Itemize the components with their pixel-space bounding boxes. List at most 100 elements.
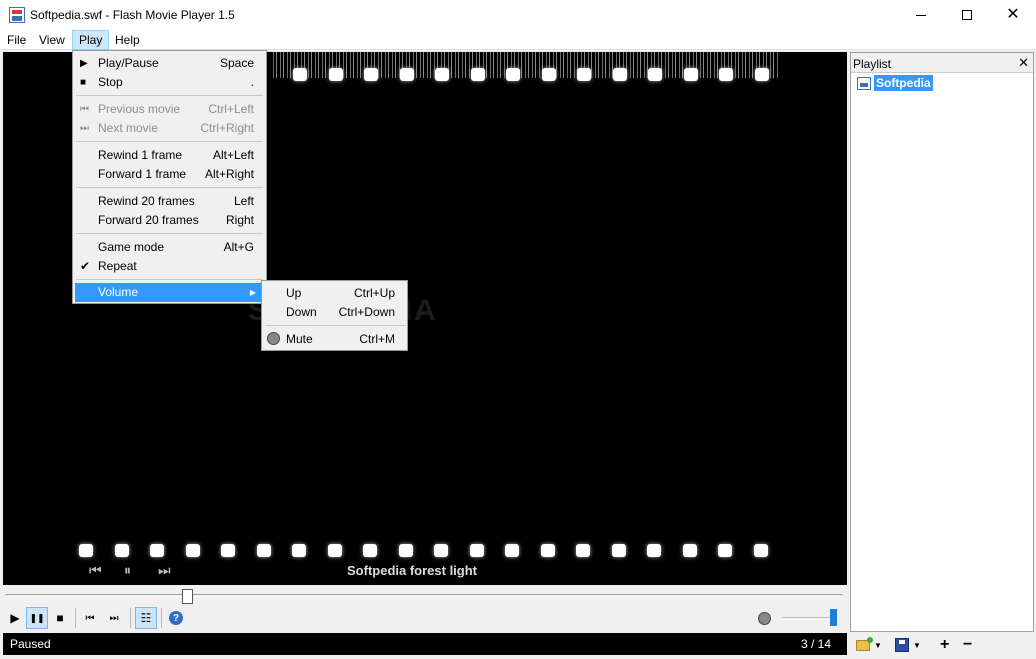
toolbar-separator — [130, 608, 131, 628]
save-icon — [895, 638, 909, 652]
seek-track[interactable] — [5, 594, 843, 597]
menu-item-label: Up — [286, 286, 302, 300]
menu-item-shortcut: Ctrl+M — [359, 332, 395, 346]
speaker-icon — [757, 611, 771, 625]
submenu-arrow-icon: ▶ — [249, 288, 256, 297]
menu-item-forward-20-frames[interactable]: Forward 20 frames Right — [75, 211, 264, 230]
menu-item-forward-1-frame[interactable]: Forward 1 frame Alt+Right — [75, 165, 264, 184]
movie-previous-icon[interactable]: ⏮ — [89, 562, 102, 579]
menu-item-rewind-1-frame[interactable]: Rewind 1 frame Alt+Left — [75, 146, 264, 165]
remove-item-button[interactable]: − — [963, 635, 972, 655]
menu-item-label: Rewind 1 frame — [98, 148, 183, 162]
menu-file[interactable]: File — [0, 30, 33, 50]
film-hole — [256, 544, 271, 557]
menu-item-repeat[interactable]: ✔ Repeat — [75, 257, 264, 276]
pause-button[interactable]: ❚❚ — [26, 607, 48, 629]
play-button[interactable]: ▶ — [4, 607, 26, 629]
volume-button[interactable] — [753, 607, 775, 629]
film-hole — [398, 544, 413, 557]
menu-item-shortcut: Right — [225, 213, 254, 227]
toolbar-separator — [161, 608, 162, 628]
film-hole — [435, 68, 449, 81]
dropdown-arrow-icon[interactable]: ▼ — [874, 641, 882, 650]
film-hole — [292, 544, 306, 557]
film-hole — [293, 68, 307, 81]
stop-button[interactable]: ■ — [49, 607, 71, 629]
film-holes-top — [293, 68, 783, 82]
film-hole — [150, 544, 164, 557]
menu-item-previous-movie[interactable]: ⏮ Previous movie Ctrl+Left — [75, 100, 264, 119]
movie-next-icon[interactable]: ⏭ — [158, 562, 171, 579]
menu-bar: File View Play Help — [0, 30, 1036, 50]
playlist-close-icon[interactable]: ✕ — [1018, 55, 1029, 71]
previous-movie-button[interactable]: ⏮ — [79, 607, 101, 629]
menu-item-volume[interactable]: Volume ▶ — [75, 283, 264, 302]
volume-thumb[interactable] — [830, 609, 837, 626]
menu-item-rewind-20-frames[interactable]: Rewind 20 frames Left — [75, 192, 264, 211]
control-toolbar: ▶ ❚❚ ■ ⏮ ⏭ ☷ ? — [3, 605, 847, 632]
maximize-icon — [962, 10, 972, 20]
menu-item-label: Rewind 20 frames — [98, 194, 195, 208]
close-button[interactable]: ✕ — [990, 0, 1036, 30]
film-hole — [221, 544, 235, 557]
menu-play[interactable]: Play — [72, 30, 110, 50]
film-hole — [434, 544, 448, 557]
seek-thumb[interactable] — [182, 589, 193, 604]
menu-view[interactable]: View — [32, 30, 72, 50]
menu-item-label: Game mode — [98, 240, 165, 254]
menu-item-shortcut: Ctrl+Left — [208, 102, 254, 116]
seek-bar[interactable] — [3, 585, 847, 605]
menu-item-volume-up[interactable]: Up Ctrl+Up — [264, 284, 405, 303]
playlist-toggle-button[interactable]: ☷ — [135, 607, 157, 629]
minimize-icon — [916, 14, 926, 16]
volume-slider[interactable] — [783, 617, 833, 620]
menu-item-label: Repeat — [98, 259, 137, 273]
film-hole — [328, 68, 343, 81]
maximize-button[interactable] — [944, 0, 990, 30]
flash-file-icon — [857, 76, 871, 90]
menu-item-next-movie[interactable]: ⏭ Next movie Ctrl+Right — [75, 119, 264, 138]
open-playlist-button[interactable]: ▼ — [856, 635, 882, 655]
menu-item-game-mode[interactable]: Game mode Alt+G — [75, 238, 264, 257]
help-button[interactable]: ? — [165, 607, 187, 629]
play-menu-dropdown: ▶ Play/Pause Space ■ Stop . ⏮ Previous m… — [72, 50, 267, 304]
minimize-button[interactable] — [898, 0, 944, 30]
playlist-item[interactable]: Softpedia — [857, 75, 933, 91]
menu-item-volume-down[interactable]: Down Ctrl+Down — [264, 303, 405, 322]
film-hole — [185, 544, 200, 557]
checkmark-icon: ✔ — [80, 259, 91, 273]
menu-item-label: Stop — [98, 75, 123, 89]
help-icon: ? — [169, 611, 183, 625]
menu-help[interactable]: Help — [108, 30, 147, 50]
film-hole — [506, 68, 520, 81]
toolbar-separator — [75, 608, 76, 628]
menu-separator — [76, 141, 263, 142]
menu-item-stop[interactable]: ■ Stop . — [75, 73, 264, 92]
playlist-header: Playlist ✕ — [851, 53, 1033, 73]
menu-item-mute[interactable]: Mute Ctrl+M — [264, 330, 405, 349]
movie-counter: 3 / 14 — [800, 637, 831, 651]
menu-separator — [76, 95, 263, 96]
menu-item-label: Forward 1 frame — [98, 167, 187, 181]
add-item-button[interactable]: + — [940, 635, 949, 655]
film-hole — [327, 544, 342, 557]
film-hole — [541, 68, 556, 81]
film-hole — [719, 68, 733, 81]
minus-icon: − — [963, 636, 973, 653]
next-icon: ⏭ — [80, 123, 89, 134]
film-hole — [399, 68, 414, 81]
film-hole — [364, 68, 378, 81]
save-playlist-button[interactable]: ▼ — [895, 635, 921, 655]
app-icon[interactable] — [9, 7, 25, 23]
dropdown-arrow-icon[interactable]: ▼ — [913, 641, 921, 650]
menu-item-play-pause[interactable]: ▶ Play/Pause Space — [75, 54, 264, 73]
movie-pause-icon[interactable]: ⏸ — [124, 562, 131, 579]
menu-separator — [265, 325, 406, 326]
speaker-icon — [267, 332, 280, 345]
title-bar: Softpedia.swf - Flash Movie Player 1.5 ✕ — [0, 0, 1036, 30]
play-icon: ▶ — [10, 611, 20, 625]
film-hole — [754, 68, 769, 81]
next-movie-button[interactable]: ⏭ — [103, 607, 125, 629]
film-hole — [576, 544, 590, 557]
stop-icon: ■ — [80, 77, 87, 88]
